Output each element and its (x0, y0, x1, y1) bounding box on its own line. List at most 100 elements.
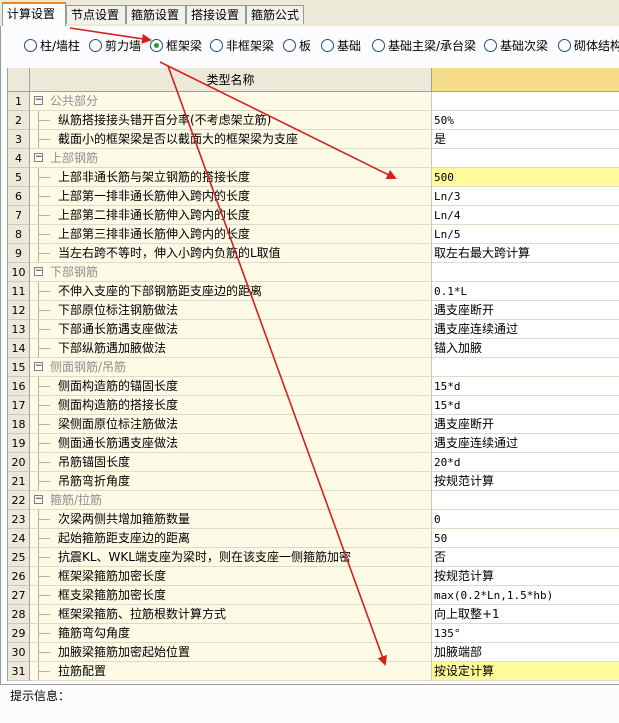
table-row[interactable]: 19 侧面通长筋遇支座做法 遇支座连续通过 (8, 434, 619, 453)
tree-branch (38, 329, 50, 330)
table-row[interactable]: 12 下部原位标注钢筋做法 遇支座断开 (8, 301, 619, 320)
table-row[interactable]: 28 框架梁箍筋、拉筋根数计算方式 向上取整+1 (8, 605, 619, 624)
setting-label: 上部非通长筋与架立钢筋的搭接长度 (58, 170, 251, 184)
tree-branch (38, 652, 50, 653)
table-row[interactable]: 25 抗震KL、WKL端支座为梁时，则在该支座一侧箍筋加密 否 (8, 548, 619, 567)
group-row[interactable]: 22− 箍筋/拉筋 (8, 491, 619, 510)
setting-value-cell[interactable]: Ln/4 (432, 206, 619, 225)
row-name-cell: − 上部钢筋 (30, 149, 432, 168)
radio-foundation[interactable]: 基础 (321, 38, 361, 54)
group-row[interactable]: 4− 上部钢筋 (8, 149, 619, 168)
setting-value-cell[interactable]: 遇支座断开 (432, 301, 619, 320)
setting-value-cell[interactable]: 遇支座连续通过 (432, 320, 619, 339)
row-name-cell: 加腋梁箍筋加密起始位置 (30, 643, 432, 662)
collapse-icon[interactable]: − (34, 267, 43, 276)
collapse-icon[interactable]: − (34, 153, 43, 162)
setting-value-cell[interactable]: 遇支座断开 (432, 415, 619, 434)
row-name-cell: 上部第三排非通长筋伸入跨内的长度 (30, 225, 432, 244)
table-row[interactable]: 20 吊筋锚固长度 20*d (8, 453, 619, 472)
table-row[interactable]: 2 纵筋搭接接头错开百分率(不考虑架立筋) 50% (8, 111, 619, 130)
table-row[interactable]: 11 不伸入支座的下部钢筋距支座边的距离 0.1*L (8, 282, 619, 301)
table-row[interactable]: 5 上部非通长筋与架立钢筋的搭接长度 500 (8, 168, 619, 187)
radio-slab[interactable]: 板 (283, 38, 311, 54)
setting-value-cell[interactable]: 按设定计算 (432, 662, 619, 681)
setting-value-cell (432, 491, 619, 510)
table-row[interactable]: 23 次梁两侧共增加箍筋数量 0 (8, 510, 619, 529)
setting-value-cell[interactable]: 135° (432, 624, 619, 643)
setting-value-cell[interactable]: 15*d (432, 377, 619, 396)
row-name-cell: 拉筋配置 (30, 662, 432, 681)
hint-label: 提示信息： (10, 689, 71, 703)
radio-foundation-secondary-beam[interactable]: 基础次梁 (484, 38, 548, 54)
group-label: 侧面钢筋/吊筋 (50, 360, 127, 374)
setting-value-cell[interactable]: 50% (432, 111, 619, 130)
table-row[interactable]: 7 上部第二排非通长筋伸入跨内的长度 Ln/4 (8, 206, 619, 225)
table-row[interactable]: 16 侧面构造筋的锚固长度 15*d (8, 377, 619, 396)
radio-selected-icon (150, 39, 163, 52)
setting-value-cell[interactable]: 0 (432, 510, 619, 529)
radio-foundation-main-beam[interactable]: 基础主梁/承台梁 (372, 38, 476, 54)
setting-label: 框架梁箍筋加密长度 (58, 569, 167, 583)
tab-lap-settings[interactable]: 搭接设置 (186, 5, 246, 24)
table-row[interactable]: 13 下部通长筋遇支座做法 遇支座连续通过 (8, 320, 619, 339)
setting-value-cell[interactable]: 500 (432, 168, 619, 187)
tab-stirrup-formula[interactable]: 箍筋公式 (246, 5, 304, 24)
setting-value-cell[interactable]: 否 (432, 548, 619, 567)
radio-non-frame-beam[interactable]: 非框架梁 (210, 38, 274, 54)
table-row[interactable]: 21 吊筋弯折角度 按规范计算 (8, 472, 619, 491)
tab-stirrup-settings[interactable]: 箍筋设置 (126, 5, 186, 24)
setting-value-cell[interactable]: 50 (432, 529, 619, 548)
row-name-cell: 次梁两侧共增加箍筋数量 (30, 510, 432, 529)
setting-value-cell[interactable]: 向上取整+1 (432, 605, 619, 624)
radio-circle-icon (321, 39, 334, 52)
tab-calc-settings[interactable]: 计算设置 (2, 2, 66, 26)
setting-value-cell[interactable]: 加腋端部 (432, 643, 619, 662)
row-name-cell: 梁侧面原位标注筋做法 (30, 415, 432, 434)
row-number: 6 (8, 187, 30, 206)
radio-circle-icon (89, 39, 102, 52)
radio-masonry[interactable]: 砌体结构 (558, 38, 619, 54)
setting-value-cell[interactable]: 遇支座连续通过 (432, 434, 619, 453)
group-row[interactable]: 15− 侧面钢筋/吊筋 (8, 358, 619, 377)
table-row[interactable]: 9 当左右跨不等时，伸入小跨内负筋的L取值 取左右最大跨计算 (8, 244, 619, 263)
group-row[interactable]: 1− 公共部分 (8, 92, 619, 111)
setting-value-cell[interactable]: Ln/5 (432, 225, 619, 244)
row-number: 11 (8, 282, 30, 301)
table-row[interactable]: 14 下部纵筋遇加腋做法 锚入加腋 (8, 339, 619, 358)
setting-value-cell[interactable]: max(0.2*Ln,1.5*hb) (432, 586, 619, 605)
table-row[interactable]: 26 框架梁箍筋加密长度 按规范计算 (8, 567, 619, 586)
row-number: 16 (8, 377, 30, 396)
collapse-icon[interactable]: − (34, 362, 43, 371)
table-row[interactable]: 27 框支梁箍筋加密长度 max(0.2*Ln,1.5*hb) (8, 586, 619, 605)
setting-value-cell[interactable]: 按规范计算 (432, 472, 619, 491)
setting-label: 起始箍筋距支座边的距离 (58, 531, 191, 545)
radio-frame-beam[interactable]: 框架梁 (150, 38, 202, 54)
group-row[interactable]: 10− 下部钢筋 (8, 263, 619, 282)
setting-value-cell[interactable]: Ln/3 (432, 187, 619, 206)
table-row[interactable]: 18 梁侧面原位标注筋做法 遇支座断开 (8, 415, 619, 434)
setting-value-cell[interactable]: 20*d (432, 453, 619, 472)
table-row[interactable]: 24 起始箍筋距支座边的距离 50 (8, 529, 619, 548)
setting-value-cell[interactable]: 锚入加腋 (432, 339, 619, 358)
collapse-icon[interactable]: − (34, 96, 43, 105)
table-row[interactable]: 17 侧面构造筋的搭接长度 15*d (8, 396, 619, 415)
radio-shear-wall[interactable]: 剪力墙 (89, 38, 141, 54)
radio-circle-icon (484, 39, 497, 52)
table-row[interactable]: 30 加腋梁箍筋加密起始位置 加腋端部 (8, 643, 619, 662)
setting-value-cell[interactable]: 是 (432, 130, 619, 149)
tab-node-settings[interactable]: 节点设置 (66, 5, 126, 24)
setting-value-cell[interactable]: 按规范计算 (432, 567, 619, 586)
radio-column[interactable]: 柱/墙柱 (24, 38, 80, 54)
setting-value-cell[interactable]: 15*d (432, 396, 619, 415)
collapse-icon[interactable]: − (34, 495, 43, 504)
row-number: 12 (8, 301, 30, 320)
row-number: 19 (8, 434, 30, 453)
setting-label: 截面小的框架梁是否以截面大的框架梁为支座 (58, 132, 299, 146)
table-row[interactable]: 3 截面小的框架梁是否以截面大的框架梁为支座 是 (8, 130, 619, 149)
setting-value-cell[interactable]: 取左右最大跨计算 (432, 244, 619, 263)
table-row[interactable]: 31 拉筋配置 按设定计算 (8, 662, 619, 681)
table-row[interactable]: 29 箍筋弯勾角度 135° (8, 624, 619, 643)
table-row[interactable]: 6 上部第一排非通长筋伸入跨内的长度 Ln/3 (8, 187, 619, 206)
table-row[interactable]: 8 上部第三排非通长筋伸入跨内的长度 Ln/5 (8, 225, 619, 244)
setting-value-cell[interactable]: 0.1*L (432, 282, 619, 301)
